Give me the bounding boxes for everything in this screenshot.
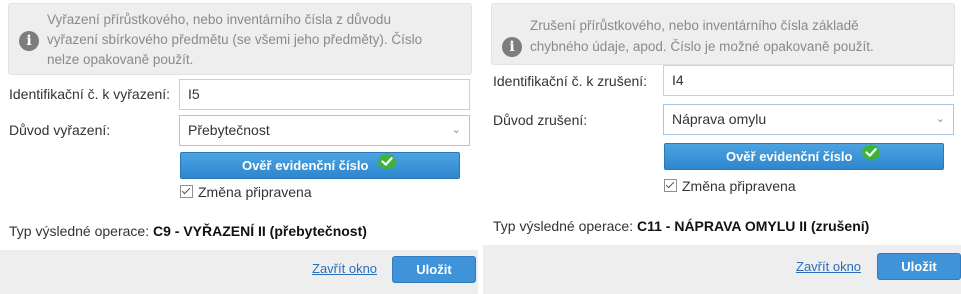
reason-select[interactable]: Náprava omylu ⌄ <box>663 104 954 135</box>
id-input[interactable]: I5 <box>179 79 470 110</box>
change-ready-checkbox[interactable]: Změna připravena <box>664 178 796 194</box>
verify-number-button[interactable]: Ověř evidenční číslo <box>664 143 944 170</box>
operation-type: Typ výsledné operace: C11 - NÁPRAVA OMYL… <box>493 218 869 234</box>
operation-type-label: Typ výsledné operace: <box>493 218 634 234</box>
dialog-footer: Zavřít okno Uložit <box>483 245 961 294</box>
info-circle-icon: i <box>19 31 39 51</box>
info-text-line-2: chybného údaje, apod. Číslo je možné opa… <box>530 39 874 54</box>
verify-number-button[interactable]: Ověř evidenční číslo <box>180 152 460 179</box>
info-text-line-2: vyřazení sbírkového předmětu (se všemi j… <box>47 32 423 47</box>
chevron-down-icon: ⌄ <box>451 124 461 136</box>
reason-label: Důvod vyřazení: <box>9 122 111 138</box>
close-window-link[interactable]: Zavřít okno <box>796 259 861 274</box>
check-badge-icon <box>860 143 882 169</box>
reason-select-value: Přebytečnost <box>188 122 270 138</box>
info-box: i Vyřazení přírůstkového, nebo inventárn… <box>8 3 472 75</box>
checkbox-label: Změna připravena <box>198 184 312 200</box>
info-text-line-1: Zrušení přírůstkového, nebo inventárního… <box>530 18 859 33</box>
checkbox-checked-icon[interactable] <box>664 179 677 192</box>
info-circle-icon: i <box>502 37 522 57</box>
reason-label: Důvod zrušení: <box>493 112 588 128</box>
info-text-line-3: nelze opakovaně použít. <box>47 52 194 67</box>
save-button[interactable]: Uložit <box>877 253 961 280</box>
close-window-link[interactable]: Zavřít okno <box>312 261 377 276</box>
id-input[interactable]: I4 <box>663 65 954 96</box>
checkbox-label: Změna připravena <box>682 178 796 194</box>
info-text-line-1: Vyřazení přírůstkového, nebo inventárníh… <box>47 12 391 27</box>
chevron-down-icon: ⌄ <box>935 113 945 125</box>
id-label: Identifikační č. k zrušení: <box>493 73 648 89</box>
id-label: Identifikační č. k vyřazení: <box>9 86 171 102</box>
dialog-footer: Zavřít okno Uložit <box>0 250 478 294</box>
operation-type-value: C11 - NÁPRAVA OMYLU II (zrušení) <box>636 218 870 234</box>
checkbox-checked-icon[interactable] <box>180 185 193 198</box>
verify-button-label: Ověř evidenční číslo <box>241 158 369 173</box>
operation-type: Typ výsledné operace: C9 - VYŘAZENÍ II (… <box>9 223 367 239</box>
verify-button-label: Ověř evidenční číslo <box>725 149 853 164</box>
check-badge-icon <box>376 152 398 178</box>
dialog-panel-discard: i Vyřazení přírůstkového, nebo inventárn… <box>0 0 478 294</box>
dialog-panel-cancel: i Zrušení přírůstkového, nebo inventární… <box>483 0 961 294</box>
reason-select[interactable]: Přebytečnost ⌄ <box>179 115 470 146</box>
reason-select-value: Náprava omylu <box>672 111 767 127</box>
info-box: i Zrušení přírůstkového, nebo inventární… <box>491 3 955 65</box>
change-ready-checkbox[interactable]: Změna připravena <box>180 184 312 200</box>
operation-type-label: Typ výsledné operace: <box>9 223 150 239</box>
operation-type-value: C9 - VYŘAZENÍ II (přebytečnost) <box>152 223 367 239</box>
save-button[interactable]: Uložit <box>392 256 476 283</box>
